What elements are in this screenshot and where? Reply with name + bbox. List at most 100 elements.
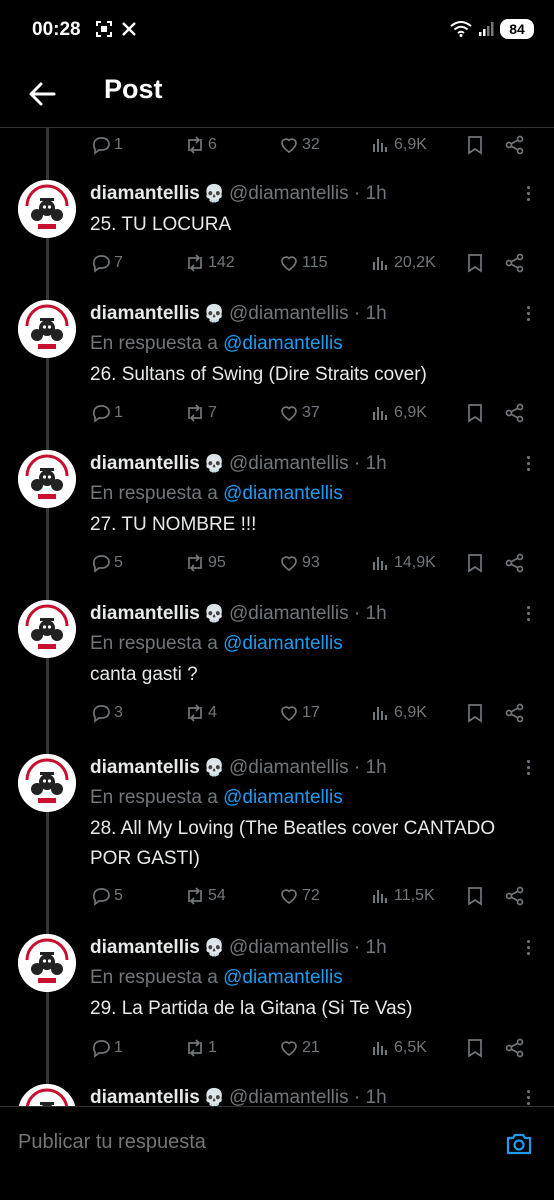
- author-name[interactable]: diamantellis: [90, 453, 200, 474]
- more-options-icon[interactable]: [524, 758, 532, 778]
- like-button[interactable]: 21: [278, 1035, 320, 1061]
- tweet-actions: 1 1 21 6,5K: [90, 1035, 540, 1061]
- avatar[interactable]: [18, 1084, 76, 1106]
- reply-mention-link[interactable]: @diamantellis: [223, 967, 343, 988]
- reply-button[interactable]: 3: [90, 700, 123, 726]
- reply-mention-link[interactable]: @diamantellis: [223, 333, 343, 354]
- views-button[interactable]: 6,9K: [370, 132, 427, 158]
- tweet[interactable]: diamantellis 💀 @diamantellis · 1h En respue…: [0, 600, 554, 750]
- more-options-icon[interactable]: [524, 304, 532, 324]
- repost-button[interactable]: 4: [184, 700, 217, 726]
- repost-count: 54: [208, 887, 226, 904]
- repost-button[interactable]: 54: [184, 883, 226, 909]
- more-options-icon[interactable]: [524, 1088, 532, 1106]
- bookmark-icon: [468, 704, 482, 723]
- author-name[interactable]: diamantellis: [90, 183, 200, 204]
- author-name[interactable]: diamantellis: [90, 603, 200, 624]
- tweet-actions: 3 4 17 6,9K: [90, 700, 540, 726]
- repost-button[interactable]: 142: [184, 250, 235, 276]
- repost-icon: [188, 404, 202, 422]
- avatar[interactable]: [18, 934, 76, 992]
- reply-button[interactable]: 5: [90, 550, 123, 576]
- more-options-icon[interactable]: [524, 938, 532, 958]
- reply-button[interactable]: 1: [90, 400, 123, 426]
- heart-icon: [281, 1041, 297, 1057]
- views-button[interactable]: 6,9K: [370, 700, 427, 726]
- share-button[interactable]: [504, 250, 526, 276]
- more-options-icon[interactable]: [524, 184, 532, 204]
- bookmark-button[interactable]: [464, 400, 486, 426]
- views-button[interactable]: 6,5K: [370, 1035, 427, 1061]
- reply-mention-link[interactable]: @diamantellis: [223, 483, 343, 504]
- screenshot-icon: [96, 21, 112, 37]
- tweet-text: 26. Sultans of Swing (Dire Straits cover…: [90, 364, 427, 385]
- share-button[interactable]: [504, 400, 526, 426]
- more-options-icon[interactable]: [524, 454, 532, 474]
- tweet-header: diamantellis 💀 @diamantellis · 1h: [90, 600, 387, 628]
- share-icon: [505, 253, 524, 273]
- like-button[interactable]: 37: [278, 400, 320, 426]
- bookmark-button[interactable]: [464, 550, 486, 576]
- tweet[interactable]: diamantellis 💀 @diamantellis · 1h En respue…: [0, 450, 554, 600]
- views-button[interactable]: 20,2K: [370, 250, 436, 276]
- avatar[interactable]: [18, 600, 76, 658]
- repost-button[interactable]: 1: [184, 1035, 217, 1061]
- avatar[interactable]: [18, 180, 76, 238]
- share-button[interactable]: [504, 132, 526, 158]
- avatar-logo: [18, 180, 76, 238]
- reply-context: En respuesta a @diamantellis: [90, 480, 343, 508]
- bookmark-button[interactable]: [464, 883, 486, 909]
- reply-mention-link[interactable]: @diamantellis: [223, 633, 343, 654]
- repost-count: 7: [208, 404, 217, 421]
- camera-icon[interactable]: [504, 1129, 534, 1159]
- reply-prefix: En respuesta a: [90, 967, 218, 988]
- views-button[interactable]: 6,9K: [370, 400, 427, 426]
- like-button[interactable]: 115: [278, 250, 328, 276]
- tweet[interactable]: diamantellis 💀 @diamantellis · 1h En respue…: [0, 934, 554, 1084]
- repost-button[interactable]: 6: [184, 132, 217, 158]
- reply-input[interactable]: [18, 1131, 458, 1154]
- reply-button[interactable]: 1: [90, 1035, 123, 1061]
- like-button[interactable]: 17: [278, 700, 320, 726]
- tweet[interactable]: diamantellis 💀 @diamantellis · 1h En respue…: [0, 754, 554, 906]
- reply-prefix: En respuesta a: [90, 483, 218, 504]
- share-button[interactable]: [504, 1035, 526, 1061]
- share-button[interactable]: [504, 883, 526, 909]
- tweet-actions: 1 7 37 6,9K: [90, 400, 540, 426]
- author-name[interactable]: diamantellis: [90, 1087, 200, 1106]
- tweet[interactable]: diamantellis 💀 @diamantellis · 1h En respue…: [0, 300, 554, 450]
- bookmark-button[interactable]: [464, 132, 486, 158]
- author-name[interactable]: diamantellis: [90, 303, 200, 324]
- reply-button[interactable]: 5: [90, 883, 123, 909]
- reply-button[interactable]: 1: [90, 132, 123, 158]
- avatar-logo: [18, 300, 76, 358]
- bookmark-icon: [468, 554, 482, 573]
- views-button[interactable]: 11,5K: [370, 883, 435, 909]
- like-button[interactable]: 93: [278, 550, 320, 576]
- like-button[interactable]: 32: [278, 132, 320, 158]
- share-button[interactable]: [504, 700, 526, 726]
- bookmark-button[interactable]: [464, 1035, 486, 1061]
- repost-button[interactable]: 95: [184, 550, 226, 576]
- share-button[interactable]: [504, 550, 526, 576]
- bookmark-button[interactable]: [464, 250, 486, 276]
- repost-button[interactable]: 7: [184, 400, 217, 426]
- back-arrow-icon[interactable]: [24, 76, 60, 112]
- author-name[interactable]: diamantellis: [90, 937, 200, 958]
- tweet[interactable]: diamantellis 💀 @diamantellis · 1h: [0, 1084, 554, 1106]
- status-notification-icons: [95, 20, 137, 38]
- like-count: 72: [302, 887, 320, 904]
- reply-button[interactable]: 7: [90, 250, 123, 276]
- views-button[interactable]: 14,9K: [370, 550, 436, 576]
- like-button[interactable]: 72: [278, 883, 320, 909]
- avatar[interactable]: [18, 300, 76, 358]
- bookmark-button[interactable]: [464, 700, 486, 726]
- reply-mention-link[interactable]: @diamantellis: [223, 787, 343, 808]
- tweet-actions: 5 54 72 11,5K: [90, 883, 540, 909]
- avatar[interactable]: [18, 450, 76, 508]
- like-count: 21: [302, 1039, 320, 1056]
- more-options-icon[interactable]: [524, 604, 532, 624]
- like-count: 115: [302, 254, 328, 271]
- avatar[interactable]: [18, 754, 76, 812]
- author-name[interactable]: diamantellis: [90, 757, 200, 778]
